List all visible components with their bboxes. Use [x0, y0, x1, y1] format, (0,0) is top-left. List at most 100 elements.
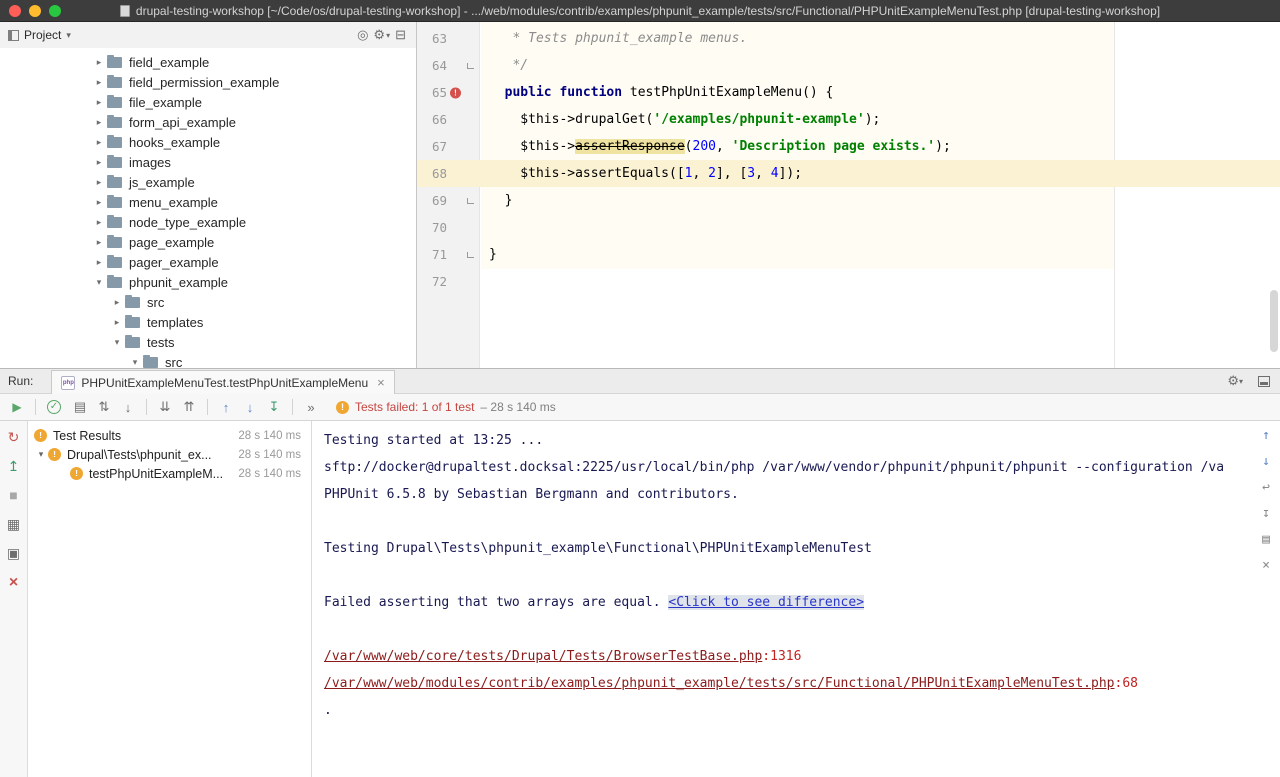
project-tree-item[interactable]: ▾tests [0, 332, 416, 352]
print-button[interactable]: ▤ [1258, 533, 1274, 547]
project-tree-item[interactable]: ▸js_example [0, 172, 416, 192]
chevron-right-icon[interactable]: ▸ [92, 77, 106, 88]
chevron-down-icon[interactable]: ▾ [128, 357, 142, 368]
restore-layout-button[interactable]: ▦ [5, 517, 23, 532]
editor-line[interactable]: 71} [417, 241, 1280, 268]
test-tree-item[interactable]: ▾!Drupal\Tests\phpunit_ex...28 s 140 ms [28, 445, 311, 464]
line-ref[interactable]: :1316 [762, 649, 801, 664]
line-number[interactable]: 72 [417, 274, 447, 289]
previous-failed-test-button[interactable]: ↑ [1258, 429, 1274, 443]
rerun-button[interactable]: ▶ [6, 400, 28, 414]
project-tree-item[interactable]: ▾phpunit_example [0, 272, 416, 292]
minimize-window-button[interactable] [29, 5, 41, 17]
project-tree-item[interactable]: ▸field_permission_example [0, 72, 416, 92]
editor-line[interactable]: 69 } [417, 187, 1280, 214]
line-ref[interactable]: :68 [1115, 676, 1138, 691]
test-tree-item[interactable]: !testPhpUnitExampleM...28 s 140 ms [28, 464, 311, 483]
editor-line[interactable]: 70 [417, 214, 1280, 241]
project-tree-item[interactable]: ▸images [0, 152, 416, 172]
file-link[interactable]: /var/www/web/core/tests/Drupal/Tests/Bro… [324, 649, 762, 664]
line-number[interactable]: 68 [417, 166, 447, 181]
import-test-results-button[interactable]: ↧ [263, 399, 285, 415]
show-passed-button[interactable]: ✓ [47, 400, 61, 414]
line-number[interactable]: 64 [417, 58, 447, 73]
fold-marker-icon[interactable] [467, 63, 474, 69]
next-occurrence-button[interactable]: ↓ [239, 400, 261, 415]
console[interactable]: Testing started at 13:25 ...sftp://docke… [312, 421, 1280, 777]
project-tree-item[interactable]: ▸form_api_example [0, 112, 416, 132]
chevron-right-icon[interactable]: ▸ [110, 317, 124, 328]
project-tree-item[interactable]: ▾src [0, 352, 416, 368]
line-number[interactable]: 71 [417, 247, 447, 262]
project-tree-item[interactable]: ▸node_type_example [0, 212, 416, 232]
test-tree-item[interactable]: !Test Results28 s 140 ms [28, 426, 311, 445]
chevron-right-icon[interactable]: ▸ [92, 137, 106, 148]
project-panel-title[interactable]: Project [24, 28, 61, 42]
editor-line[interactable]: 66 $this->drupalGet('/examples/phpunit-e… [417, 106, 1280, 133]
line-number[interactable]: 63 [417, 31, 447, 46]
chevron-right-icon[interactable]: ▸ [92, 97, 106, 108]
editor-line[interactable]: 64 */ [417, 52, 1280, 79]
line-number[interactable]: 70 [417, 220, 447, 235]
project-tree-item[interactable]: ▸pager_example [0, 252, 416, 272]
stop-button[interactable]: ■ [5, 488, 23, 503]
locate-file-button[interactable]: ◎ [357, 27, 368, 43]
editor-line[interactable]: 68 $this->assertEquals([1, 2], [3, 4]); [417, 160, 1280, 187]
editor-scrollbar[interactable] [1270, 290, 1278, 352]
chevron-right-icon[interactable]: ▸ [92, 157, 106, 168]
collapse-all-button[interactable]: ⊟ [395, 27, 406, 43]
run-tab[interactable]: php PHPUnitExampleMenuTest.testPhpUnitEx… [51, 370, 394, 394]
file-link[interactable]: /var/www/web/modules/contrib/examples/ph… [324, 676, 1115, 691]
chevron-right-icon[interactable]: ▸ [92, 117, 106, 128]
soft-wrap-button[interactable]: ↩ [1258, 481, 1274, 495]
close-tab-icon[interactable]: × [377, 375, 385, 390]
chevron-right-icon[interactable]: ▸ [92, 237, 106, 248]
hide-panel-button[interactable] [1258, 376, 1270, 387]
chevron-right-icon[interactable]: ▸ [92, 217, 106, 228]
code-editor[interactable]: 63 * Tests phpunit_example menus.64 */65… [417, 22, 1280, 368]
project-tree-item[interactable]: ▸file_example [0, 92, 416, 112]
fold-marker-icon[interactable] [467, 252, 474, 258]
project-settings-button[interactable]: ⚙▾ [373, 27, 390, 43]
project-tree-item[interactable]: ▸menu_example [0, 192, 416, 212]
sort-alphabetically-button[interactable]: ⇅ [93, 399, 115, 415]
show-ignored-button[interactable]: ▤ [69, 399, 91, 415]
clear-all-button[interactable]: × [1258, 559, 1274, 573]
chevron-down-icon[interactable]: ▾ [66, 30, 71, 41]
previous-occurrence-button[interactable]: ↑ [215, 400, 237, 415]
expand-all-button[interactable]: ⇊ [154, 399, 176, 415]
line-number[interactable]: 69 [417, 193, 447, 208]
toggle-auto-test-button[interactable]: ↥ [5, 459, 23, 474]
editor-line[interactable]: 67 $this->assertResponse(200, 'Descripti… [417, 133, 1280, 160]
next-failed-test-button[interactable]: ↓ [1258, 455, 1274, 469]
chevron-right-icon[interactable]: ▸ [92, 57, 106, 68]
line-number[interactable]: 66 [417, 112, 447, 127]
sort-by-duration-button[interactable]: ↓ [117, 400, 139, 415]
project-tree-item[interactable]: ▸page_example [0, 232, 416, 252]
line-number[interactable]: 65 [417, 85, 447, 100]
chevron-down-icon[interactable]: ▾ [110, 337, 124, 348]
fold-marker-icon[interactable] [467, 198, 474, 204]
line-number[interactable]: 67 [417, 139, 447, 154]
chevron-right-icon[interactable]: ▸ [92, 257, 106, 268]
close-panel-button[interactable]: × [5, 575, 23, 590]
editor-line[interactable]: 65! public function testPhpUnitExampleMe… [417, 79, 1280, 106]
test-failed-icon[interactable]: ! [450, 87, 461, 98]
project-tree-item[interactable]: ▸hooks_example [0, 132, 416, 152]
scroll-to-end-button[interactable]: ↧ [1258, 507, 1274, 521]
more-actions-button[interactable]: » [300, 400, 322, 415]
chevron-right-icon[interactable]: ▸ [92, 197, 106, 208]
run-settings-button[interactable]: ⚙▾ [1227, 373, 1243, 389]
chevron-down-icon[interactable]: ▾ [92, 277, 106, 288]
close-window-button[interactable] [9, 5, 21, 17]
collapse-all-button[interactable]: ⇈ [178, 399, 200, 415]
pin-tab-button[interactable]: ▣ [5, 546, 23, 561]
diff-link[interactable]: <Click to see difference> [668, 595, 864, 610]
maximize-window-button[interactable] [49, 5, 61, 17]
chevron-right-icon[interactable]: ▸ [110, 297, 124, 308]
editor-line[interactable]: 63 * Tests phpunit_example menus. [417, 25, 1280, 52]
project-tree-item[interactable]: ▸src [0, 292, 416, 312]
editor-line[interactable]: 72 [417, 268, 1280, 295]
rerun-failed-tests-button[interactable]: ↻ [5, 430, 23, 445]
project-tree-item[interactable]: ▸templates [0, 312, 416, 332]
